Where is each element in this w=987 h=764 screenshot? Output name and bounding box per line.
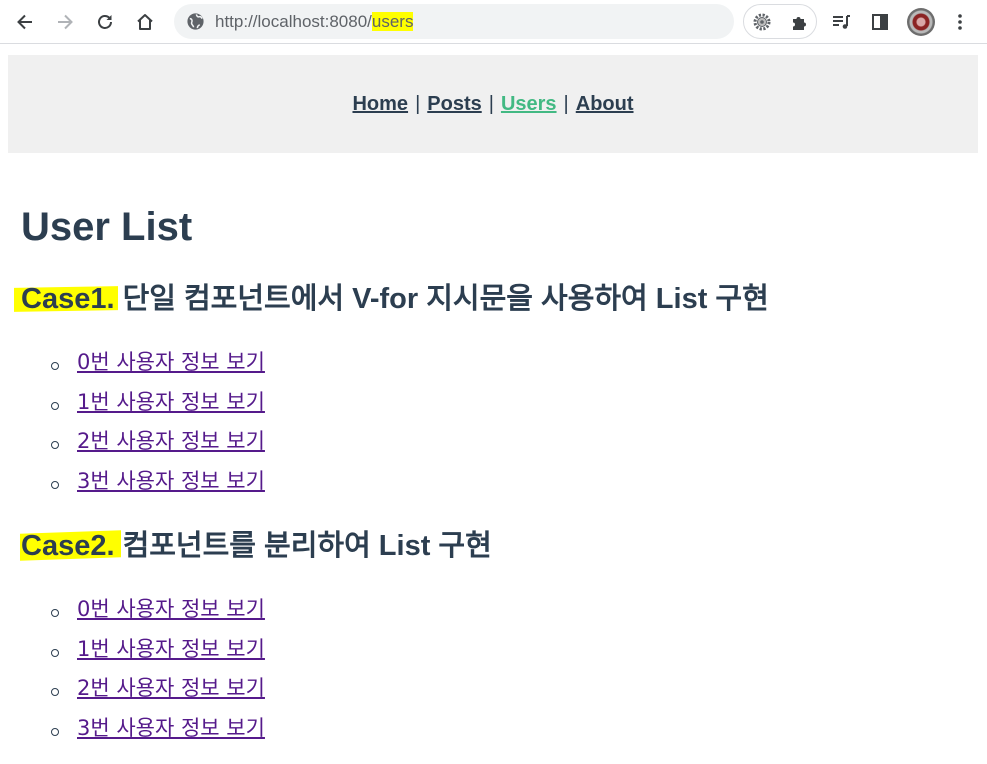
user-info-link[interactable]: 3번 사용자 정보 보기 — [77, 468, 265, 494]
case2-heading: Case2. 컴포넌트를 분리하여 List 구현 — [21, 530, 492, 562]
more-vertical-icon — [958, 14, 962, 30]
playlist-music-icon — [833, 15, 850, 29]
extensions-pill — [743, 4, 817, 39]
user-info-link[interactable]: 1번 사용자 정보 보기 — [77, 389, 265, 415]
address-bar[interactable]: http://localhost:8080/users — [174, 4, 734, 39]
nav-posts-link[interactable]: Posts — [427, 93, 481, 116]
arrow-left-icon — [17, 14, 32, 30]
bullet-icon — [51, 362, 59, 370]
nav-separator: | — [563, 92, 569, 115]
house-icon — [137, 14, 153, 30]
user-info-link[interactable]: 0번 사용자 정보 보기 — [77, 596, 265, 622]
url-path-highlighted: users — [371, 12, 414, 31]
bullet-icon — [51, 688, 59, 696]
page-title: User List — [21, 205, 193, 249]
settings-extension-button[interactable] — [746, 6, 778, 38]
globe-icon — [187, 13, 204, 30]
user-info-link[interactable]: 2번 사용자 정보 보기 — [77, 428, 265, 454]
media-control-button[interactable] — [825, 6, 857, 38]
arrow-right-icon — [58, 14, 73, 30]
nav-separator: | — [488, 92, 494, 115]
user-info-link[interactable]: 2번 사용자 정보 보기 — [77, 675, 265, 701]
case2-label: Case2. — [21, 530, 115, 562]
case2-title: 컴포넌트를 분리하여 List 구현 — [114, 530, 492, 562]
bullet-icon — [51, 480, 59, 489]
nav-separator: | — [415, 92, 421, 115]
bullet-icon — [51, 401, 59, 410]
reload-button[interactable] — [89, 6, 121, 38]
case1-heading: Case1. 단일 컴포넌트에서 V-for 지시문을 사용하여 List 구현 — [21, 283, 769, 315]
menu-button[interactable] — [944, 6, 976, 38]
case1-label: Case1. — [21, 283, 115, 315]
site-nav: Home | Posts | Users | About — [8, 55, 978, 153]
back-button[interactable] — [9, 6, 41, 38]
side-panel-button[interactable] — [864, 6, 896, 38]
bullet-icon — [51, 727, 59, 736]
bullet-icon — [51, 441, 59, 449]
forward-button[interactable] — [49, 6, 81, 38]
profile-avatar[interactable] — [907, 8, 935, 36]
browser-toolbar: http://localhost:8080/users — [0, 0, 987, 44]
bullet-icon — [51, 648, 59, 657]
gear-icon — [753, 13, 771, 31]
user-info-link[interactable]: 1번 사용자 정보 보기 — [77, 636, 265, 662]
bullet-icon — [51, 609, 59, 617]
case1-title: 단일 컴포넌트에서 V-for 지시문을 사용하여 List 구현 — [114, 283, 769, 315]
user-info-link[interactable]: 3번 사용자 정보 보기 — [77, 715, 265, 741]
url-text[interactable]: http://localhost:8080/users — [215, 12, 414, 31]
nav-users-link[interactable]: Users — [501, 93, 557, 116]
nav-home-link[interactable]: Home — [352, 93, 408, 116]
user-info-link[interactable]: 0번 사용자 정보 보기 — [77, 349, 265, 375]
reload-icon — [98, 15, 112, 29]
url-base: http://localhost:8080/ — [215, 12, 372, 31]
extensions-button[interactable] — [784, 6, 816, 38]
nav-about-link[interactable]: About — [576, 93, 634, 116]
puzzle-icon — [793, 17, 806, 30]
side-panel-icon — [872, 14, 888, 30]
home-button[interactable] — [129, 6, 161, 38]
